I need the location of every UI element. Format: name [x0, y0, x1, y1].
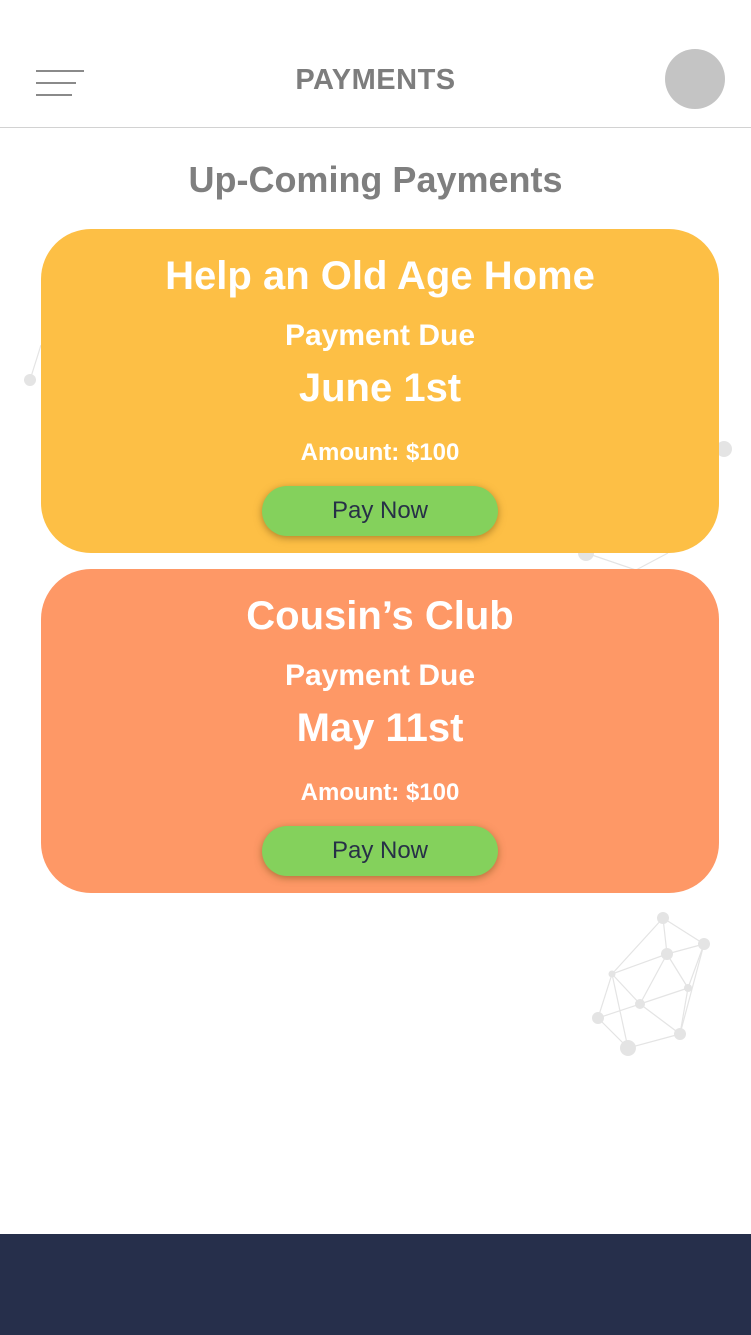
payment-amount: Amount: $100 [300, 439, 460, 466]
payment-card-old-age-home: Help an Old Age Home Payment Due June 1s… [41, 229, 719, 553]
top-app-bar: PAYMENTS [0, 0, 751, 128]
payment-due-date: June 1st [298, 366, 462, 410]
payment-amount: Amount: $100 [300, 779, 460, 806]
payment-name: Cousin’s Club [246, 594, 514, 638]
payment-name: Help an Old Age Home [165, 254, 595, 298]
page-title: PAYMENTS [295, 64, 456, 96]
payment-due-label: Payment Due [284, 659, 476, 692]
payment-card-cousins-club: Cousin’s Club Payment Due May 11st Amoun… [41, 569, 719, 893]
pay-now-button[interactable]: Pay Now [262, 486, 498, 536]
bottom-bar [0, 1234, 751, 1335]
pay-now-button[interactable]: Pay Now [262, 826, 498, 876]
section-title: Up-Coming Payments [188, 159, 563, 200]
payment-due-label: Payment Due [284, 319, 476, 352]
avatar[interactable] [665, 49, 725, 109]
payment-due-date: May 11st [296, 706, 464, 750]
